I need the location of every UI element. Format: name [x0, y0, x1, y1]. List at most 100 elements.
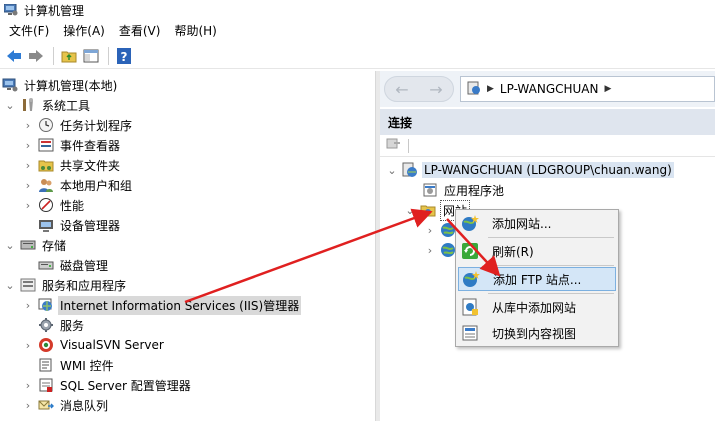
tree-item-services-apps[interactable]: ⌄ 服务和应用程序	[4, 275, 128, 295]
toolbar-separator	[53, 46, 54, 65]
chevron-right-icon[interactable]: ›	[22, 175, 34, 195]
menu-file[interactable]: 文件(F)	[2, 20, 56, 42]
chevron-right-icon[interactable]: ›	[22, 335, 34, 355]
breadcrumb-arrow-icon: ▶	[487, 84, 494, 94]
window-title: 计算机管理	[24, 3, 85, 18]
toolbar-separator	[408, 138, 409, 153]
back-arrow-icon[interactable]	[4, 46, 24, 66]
menu-help[interactable]: 帮助(H)	[167, 20, 223, 42]
chevron-right-icon[interactable]: ›	[22, 395, 34, 415]
computer-management-icon	[2, 77, 18, 93]
performance-icon	[38, 197, 54, 213]
console-tree: 计算机管理(本地) ⌄ 系统工具 › 任务计划程序 › 事件查看器 › 共享文件…	[0, 71, 375, 421]
conn-item-app-pools[interactable]: 应用程序池	[422, 180, 506, 200]
show-hide-tree-icon[interactable]	[81, 46, 101, 66]
chevron-down-icon[interactable]: ⌄	[4, 95, 16, 115]
tree-item-local-users[interactable]: › 本地用户和组	[22, 175, 134, 195]
content-view-icon	[460, 323, 480, 343]
chevron-right-icon[interactable]: ›	[22, 295, 34, 315]
conn-item-server[interactable]: ⌄ LP-WANGCHUAN (LDGROUP\chuan.wang)	[386, 160, 674, 180]
menu-item-add-website[interactable]: 添加网站...	[458, 211, 616, 235]
chevron-right-icon[interactable]: ›	[22, 195, 34, 215]
help-icon[interactable]: ?	[114, 46, 134, 66]
tree-item-performance[interactable]: › 性能	[22, 195, 86, 215]
menu-separator	[488, 293, 614, 294]
connections-header: 连接	[380, 109, 715, 135]
server-icon	[467, 81, 481, 98]
tree-item-storage[interactable]: ⌄ 存储	[4, 235, 68, 255]
breadcrumb-arrow-icon[interactable]: ▶	[605, 84, 612, 94]
menu-item-add-ftp-site[interactable]: 添加 FTP 站点...	[458, 267, 616, 291]
globe-icon	[440, 222, 456, 238]
context-menu: 添加网站... 刷新(R) 添加 FTP 站点... 从库中添加网站 切换到内容…	[455, 209, 619, 347]
tree-item-disk-management[interactable]: 磁盘管理	[38, 255, 110, 275]
add-website-icon	[460, 213, 480, 233]
disk-icon	[38, 257, 54, 273]
chevron-down-icon[interactable]: ⌄	[4, 275, 16, 295]
toolbar: ?	[0, 43, 715, 69]
chevron-down-icon[interactable]: ⌄	[404, 200, 416, 220]
chevron-right-icon[interactable]: ›	[22, 135, 34, 155]
gallery-icon	[460, 297, 480, 317]
storage-icon	[20, 237, 36, 253]
chevron-right-icon[interactable]: ›	[424, 240, 436, 260]
message-queue-icon	[38, 397, 54, 413]
wmi-icon	[38, 357, 54, 373]
tree-item-wmi[interactable]: WMI 控件	[38, 355, 116, 375]
forward-arrow-icon[interactable]: →	[429, 80, 442, 99]
users-icon	[38, 177, 54, 193]
menu-item-refresh[interactable]: 刷新(R)	[458, 239, 616, 263]
breadcrumb-server[interactable]: LP-WANGCHUAN	[500, 82, 599, 96]
chevron-right-icon[interactable]: ›	[22, 115, 34, 135]
chevron-right-icon[interactable]: ›	[424, 220, 436, 240]
tree-item-root[interactable]: 计算机管理(本地)	[2, 75, 119, 95]
title-bar: 计算机管理	[0, 0, 715, 20]
menu-view[interactable]: 查看(V)	[112, 20, 168, 42]
tools-icon	[20, 97, 36, 113]
clock-icon	[38, 117, 54, 133]
tree-item-event-viewer[interactable]: › 事件查看器	[22, 135, 122, 155]
menu-action[interactable]: 操作(A)	[56, 20, 112, 42]
forward-arrow-icon[interactable]	[26, 46, 46, 66]
sql-config-icon	[38, 377, 54, 393]
sites-folder-icon	[420, 202, 436, 218]
tree-item-sql-config[interactable]: › SQL Server 配置管理器	[22, 375, 193, 395]
connections-toolbar	[380, 135, 715, 157]
chevron-right-icon[interactable]: ›	[22, 155, 34, 175]
tree-item-visualsvn[interactable]: › VisualSVN Server	[22, 335, 166, 355]
chevron-down-icon[interactable]: ⌄	[4, 235, 16, 255]
chevron-right-icon[interactable]: ›	[22, 375, 34, 395]
add-ftp-site-icon	[461, 269, 481, 289]
back-arrow-icon[interactable]: ←	[395, 80, 408, 99]
iis-icon	[38, 297, 54, 313]
chevron-down-icon[interactable]: ⌄	[386, 160, 398, 180]
app-pools-icon	[422, 182, 438, 198]
computer-management-icon	[3, 3, 18, 16]
gear-icon	[38, 317, 54, 333]
menu-item-switch-content-view[interactable]: 切换到内容视图	[458, 321, 616, 345]
nav-buttons: ← →	[384, 76, 454, 102]
server-icon	[402, 162, 418, 178]
menu-separator	[488, 237, 614, 238]
tree-item-task-scheduler[interactable]: › 任务计划程序	[22, 115, 134, 135]
up-folder-icon[interactable]	[59, 46, 79, 66]
tree-item-device-manager[interactable]: 设备管理器	[38, 215, 122, 235]
menu-separator	[488, 265, 614, 266]
tree-item-iis-manager[interactable]: › Internet Information Services (IIS)管理器	[22, 295, 302, 315]
services-apps-icon	[20, 277, 36, 293]
toolbar-separator	[108, 46, 109, 65]
shared-folder-icon	[38, 157, 54, 173]
tree-item-shared-folders[interactable]: › 共享文件夹	[22, 155, 122, 175]
tree-item-services[interactable]: 服务	[38, 315, 86, 335]
globe-icon	[440, 242, 456, 258]
tree-item-message-queue[interactable]: › 消息队列	[22, 395, 110, 415]
address-box[interactable]: ▶ LP-WANGCHUAN ▶	[460, 76, 715, 102]
connect-icon[interactable]	[386, 137, 402, 154]
tree-item-system-tools[interactable]: ⌄ 系统工具	[4, 95, 92, 115]
menu-item-add-from-gallery[interactable]: 从库中添加网站	[458, 295, 616, 319]
refresh-icon	[460, 241, 480, 261]
device-manager-icon	[38, 217, 54, 233]
event-viewer-icon	[38, 137, 54, 153]
menu-bar: 文件(F) 操作(A) 查看(V) 帮助(H)	[0, 20, 715, 42]
address-bar: ← → ▶ LP-WANGCHUAN ▶	[380, 71, 715, 107]
